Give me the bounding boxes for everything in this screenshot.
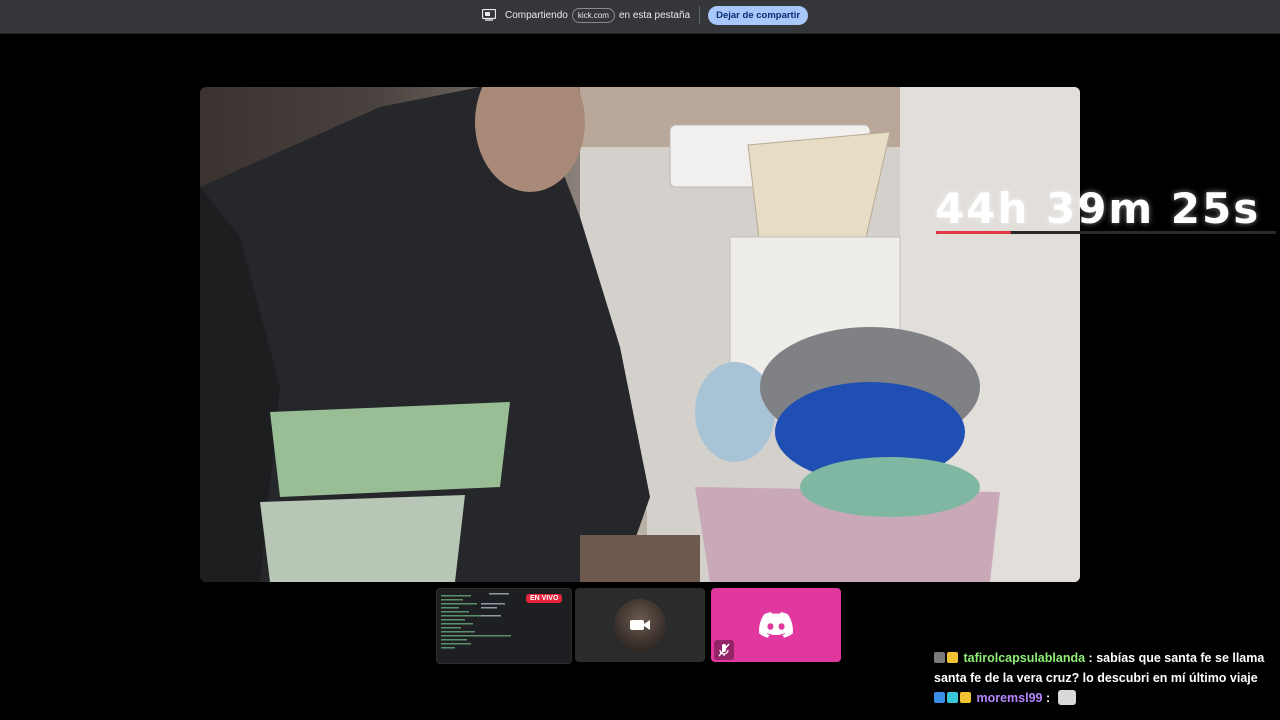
share-info: Compartiendo kick.com en esta pestaña De… xyxy=(482,5,809,25)
main-video-player[interactable] xyxy=(200,87,1080,582)
shared-domain-chip: kick.com xyxy=(571,7,615,23)
live-badge: EN VIVO xyxy=(526,594,563,603)
divider xyxy=(699,6,701,24)
stream-timer: 44h 39m 25s xyxy=(935,184,1261,233)
thumbnail-screen-share[interactable]: EN VIVO xyxy=(436,588,572,664)
stop-sharing-button[interactable]: Dejar de compartir xyxy=(708,5,809,25)
chat-overlay: tafirolcapsulablanda : sabías que santa … xyxy=(934,648,1274,708)
video-frame xyxy=(200,87,1080,582)
gem-badge-icon xyxy=(947,692,958,703)
timer-progress-track xyxy=(936,231,1276,234)
share-text-prefix: Compartiendo xyxy=(505,9,568,21)
thumbnail-discord[interactable] xyxy=(711,588,841,662)
video-camera-icon xyxy=(630,620,650,630)
chat-username[interactable]: moremsl99 xyxy=(976,691,1042,705)
chat-message: moremsl99 : xyxy=(934,688,1274,708)
share-text-suffix: en esta pestaña xyxy=(618,9,691,21)
cat-emote-icon xyxy=(1057,690,1076,705)
crown-badge-icon xyxy=(960,692,971,703)
chat-username[interactable]: tafirolcapsulablanda xyxy=(963,651,1085,665)
discord-icon xyxy=(759,612,793,638)
thumbnail-camera[interactable] xyxy=(575,588,705,662)
timer-progress-bar xyxy=(936,231,1011,234)
crown-badge-icon xyxy=(947,652,958,663)
screen-share-icon xyxy=(482,9,496,21)
robot-badge-icon xyxy=(934,652,945,663)
microphone-muted-icon xyxy=(714,640,734,660)
sub-badge-icon xyxy=(934,692,945,703)
tab-share-bar: Compartiendo kick.com en esta pestaña De… xyxy=(0,0,1280,34)
chat-message: tafirolcapsulablanda : sabías que santa … xyxy=(934,648,1274,688)
chat-separator: : xyxy=(1045,691,1051,705)
chat-separator: : xyxy=(1088,651,1093,665)
